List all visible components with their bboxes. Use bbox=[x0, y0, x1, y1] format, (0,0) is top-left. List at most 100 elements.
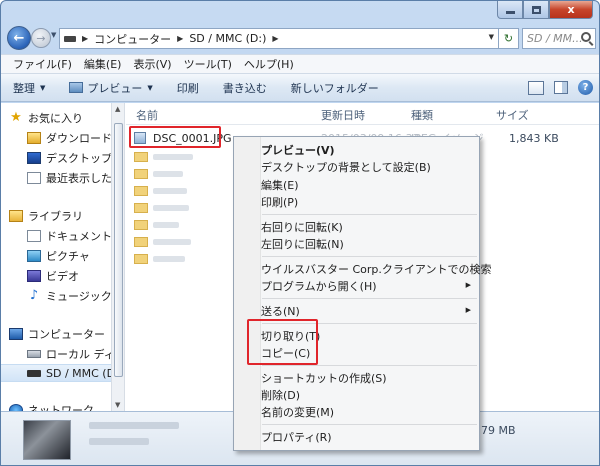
close-button[interactable]: x bbox=[549, 1, 593, 19]
command-bar: 整理 ▼ プレビュー ▼ 印刷 書き込む 新しいフォルダー ? bbox=[1, 74, 599, 102]
blurred-name bbox=[153, 256, 185, 262]
network-icon bbox=[9, 404, 23, 411]
arrow-left-icon: ← bbox=[13, 30, 25, 46]
chevron-down-icon: ▼ bbox=[147, 83, 153, 92]
new-folder-button[interactable]: 新しいフォルダー bbox=[291, 80, 379, 96]
ctx-print[interactable]: 印刷(P) bbox=[261, 193, 479, 210]
nav-sd-card-label: SD / MMC (D:) bbox=[46, 366, 111, 380]
ctx-virus-scan[interactable]: ウイルスバスター Corp.クライアントでの検索 bbox=[261, 260, 491, 277]
nav-recent[interactable]: 最近表示した場所 bbox=[1, 169, 111, 187]
search-input[interactable]: SD / MM... bbox=[522, 28, 596, 49]
nav-videos[interactable]: ビデオ bbox=[1, 267, 111, 285]
nav-computer[interactable]: コンピューター bbox=[1, 325, 111, 343]
list-item[interactable] bbox=[134, 249, 185, 269]
ctx-create-shortcut-label: ショートカットの作成(S) bbox=[261, 371, 387, 385]
burn-label: 書き込む bbox=[222, 81, 267, 95]
blurred-name bbox=[153, 154, 193, 160]
ctx-preview[interactable]: プレビュー(V) bbox=[261, 141, 479, 158]
print-button[interactable]: 印刷 bbox=[177, 80, 199, 96]
search-icon bbox=[581, 32, 591, 42]
refresh-icon: ↻ bbox=[503, 32, 514, 45]
arrow-right-icon: → bbox=[36, 31, 46, 45]
address-bar[interactable]: ▶ コンピューター ▶ SD / MMC (D:) ▶ ▼ bbox=[59, 28, 499, 49]
nav-sd-card[interactable]: SD / MMC (D:) bbox=[1, 364, 111, 382]
scrollbar-thumb[interactable] bbox=[114, 123, 123, 377]
ctx-rename-label: 名前の変更(M) bbox=[261, 405, 335, 419]
organize-button[interactable]: 整理 ▼ bbox=[13, 80, 45, 96]
column-name[interactable]: 名前 bbox=[136, 107, 158, 123]
folder-icon bbox=[134, 152, 148, 162]
ctx-rename[interactable]: 名前の変更(M) bbox=[261, 403, 479, 420]
preview-button[interactable]: プレビュー ▼ bbox=[69, 80, 153, 96]
navigation-scrollbar[interactable]: ▲ ▼ bbox=[111, 103, 125, 411]
breadcrumb-sd-card[interactable]: SD / MMC (D:) bbox=[189, 32, 266, 45]
highlight-cut-copy-box bbox=[247, 319, 318, 365]
menu-tools[interactable]: ツール(T) bbox=[184, 56, 232, 72]
folder-icon bbox=[134, 169, 148, 179]
scroll-down-icon[interactable]: ▼ bbox=[115, 401, 120, 409]
scroll-up-icon[interactable]: ▲ bbox=[115, 105, 120, 113]
sd-card-icon bbox=[27, 369, 41, 377]
nav-music[interactable]: ♪ ミュージック bbox=[1, 287, 111, 305]
column-type[interactable]: 種類 bbox=[411, 107, 433, 123]
ctx-open-with-label: プログラムから開く(H) bbox=[261, 279, 377, 293]
ctx-edit[interactable]: 編集(E) bbox=[261, 176, 479, 193]
chevron-right-icon[interactable]: ▶ bbox=[272, 34, 278, 43]
nav-libraries[interactable]: ライブラリ bbox=[1, 207, 111, 225]
column-size[interactable]: サイズ bbox=[496, 107, 529, 123]
menu-separator bbox=[262, 298, 477, 299]
nav-network[interactable]: ネットワーク bbox=[1, 401, 111, 411]
maximize-button[interactable] bbox=[523, 1, 549, 19]
column-headers: 名前 更新日時 種類 サイズ bbox=[126, 103, 599, 125]
menu-edit[interactable]: 編集(E) bbox=[84, 56, 122, 72]
context-menu: プレビュー(V) デスクトップの背景として設定(B) 編集(E) 印刷(P) 右… bbox=[233, 136, 491, 451]
image-icon bbox=[69, 82, 84, 93]
recent-pages-dropdown[interactable]: ▼ bbox=[51, 31, 56, 39]
nav-music-label: ミュージック bbox=[46, 290, 111, 303]
ctx-delete[interactable]: 削除(D) bbox=[261, 386, 479, 403]
nav-desktop[interactable]: デスクトップ bbox=[1, 149, 111, 167]
menu-view[interactable]: 表示(V) bbox=[133, 56, 171, 72]
chevron-right-icon[interactable]: ▶ bbox=[177, 34, 183, 43]
ctx-set-background-label: デスクトップの背景として設定(B) bbox=[261, 160, 431, 174]
nav-downloads[interactable]: ダウンロード bbox=[1, 129, 111, 147]
chevron-right-icon[interactable]: ▶ bbox=[82, 34, 88, 43]
nav-pictures[interactable]: ピクチャ bbox=[1, 247, 111, 265]
preview-pane-icon[interactable] bbox=[554, 81, 568, 94]
ctx-send-to[interactable]: 送る(N) ▶ bbox=[261, 302, 479, 319]
menu-file[interactable]: ファイル(F) bbox=[13, 56, 72, 72]
computer-icon bbox=[9, 328, 23, 340]
nav-local-disk[interactable]: ローカル ディスク bbox=[1, 345, 111, 363]
ctx-open-with[interactable]: プログラムから開く(H) ▶ bbox=[261, 277, 479, 294]
breadcrumb-computer[interactable]: コンピューター bbox=[94, 31, 171, 47]
nav-documents[interactable]: ドキュメント bbox=[1, 227, 111, 245]
burn-button[interactable]: 書き込む bbox=[223, 80, 267, 96]
ctx-set-background[interactable]: デスクトップの背景として設定(B) bbox=[261, 158, 479, 175]
help-icon[interactable]: ? bbox=[578, 80, 593, 95]
menu-help[interactable]: ヘルプ(H) bbox=[244, 56, 294, 72]
back-button[interactable]: ← bbox=[7, 26, 31, 50]
menu-bar: ファイル(F) 編集(E) 表示(V) ツール(T) ヘルプ(H) bbox=[1, 54, 599, 74]
navigation-row: ← → ▼ ▶ コンピューター ▶ SD / MMC (D:) ▶ ▼ ↻ SD… bbox=[1, 23, 599, 53]
submenu-arrow-icon: ▶ bbox=[465, 306, 471, 314]
menu-separator bbox=[262, 256, 477, 257]
nav-recent-label: 最近表示した場所 bbox=[46, 172, 111, 185]
refresh-button[interactable]: ↻ bbox=[499, 28, 519, 49]
minimize-button[interactable] bbox=[497, 1, 523, 19]
change-view-icon[interactable] bbox=[528, 80, 544, 95]
ctx-properties[interactable]: プロパティ(R) bbox=[261, 428, 479, 445]
chevron-down-icon[interactable]: ▼ bbox=[489, 33, 494, 41]
column-modified[interactable]: 更新日時 bbox=[321, 107, 365, 123]
ctx-create-shortcut[interactable]: ショートカットの作成(S) bbox=[261, 369, 479, 386]
nav-favorites[interactable]: ★ お気に入り bbox=[1, 109, 111, 127]
ctx-rotate-left-label: 左回りに回転(N) bbox=[261, 237, 344, 251]
nav-computer-label: コンピューター bbox=[28, 328, 105, 341]
nav-libraries-label: ライブラリ bbox=[28, 210, 83, 223]
navigation-pane: ★ お気に入り ダウンロード デスクトップ 最近表示した場所 ライブラリ bbox=[1, 103, 111, 411]
ctx-preview-label: プレビュー(V) bbox=[261, 143, 335, 157]
submenu-arrow-icon: ▶ bbox=[465, 281, 471, 289]
ctx-rotate-right[interactable]: 右回りに回転(K) bbox=[261, 218, 479, 235]
ctx-rotate-left[interactable]: 左回りに回転(N) bbox=[261, 235, 479, 252]
forward-button[interactable]: → bbox=[31, 28, 51, 48]
nav-pictures-label: ピクチャ bbox=[46, 250, 90, 263]
